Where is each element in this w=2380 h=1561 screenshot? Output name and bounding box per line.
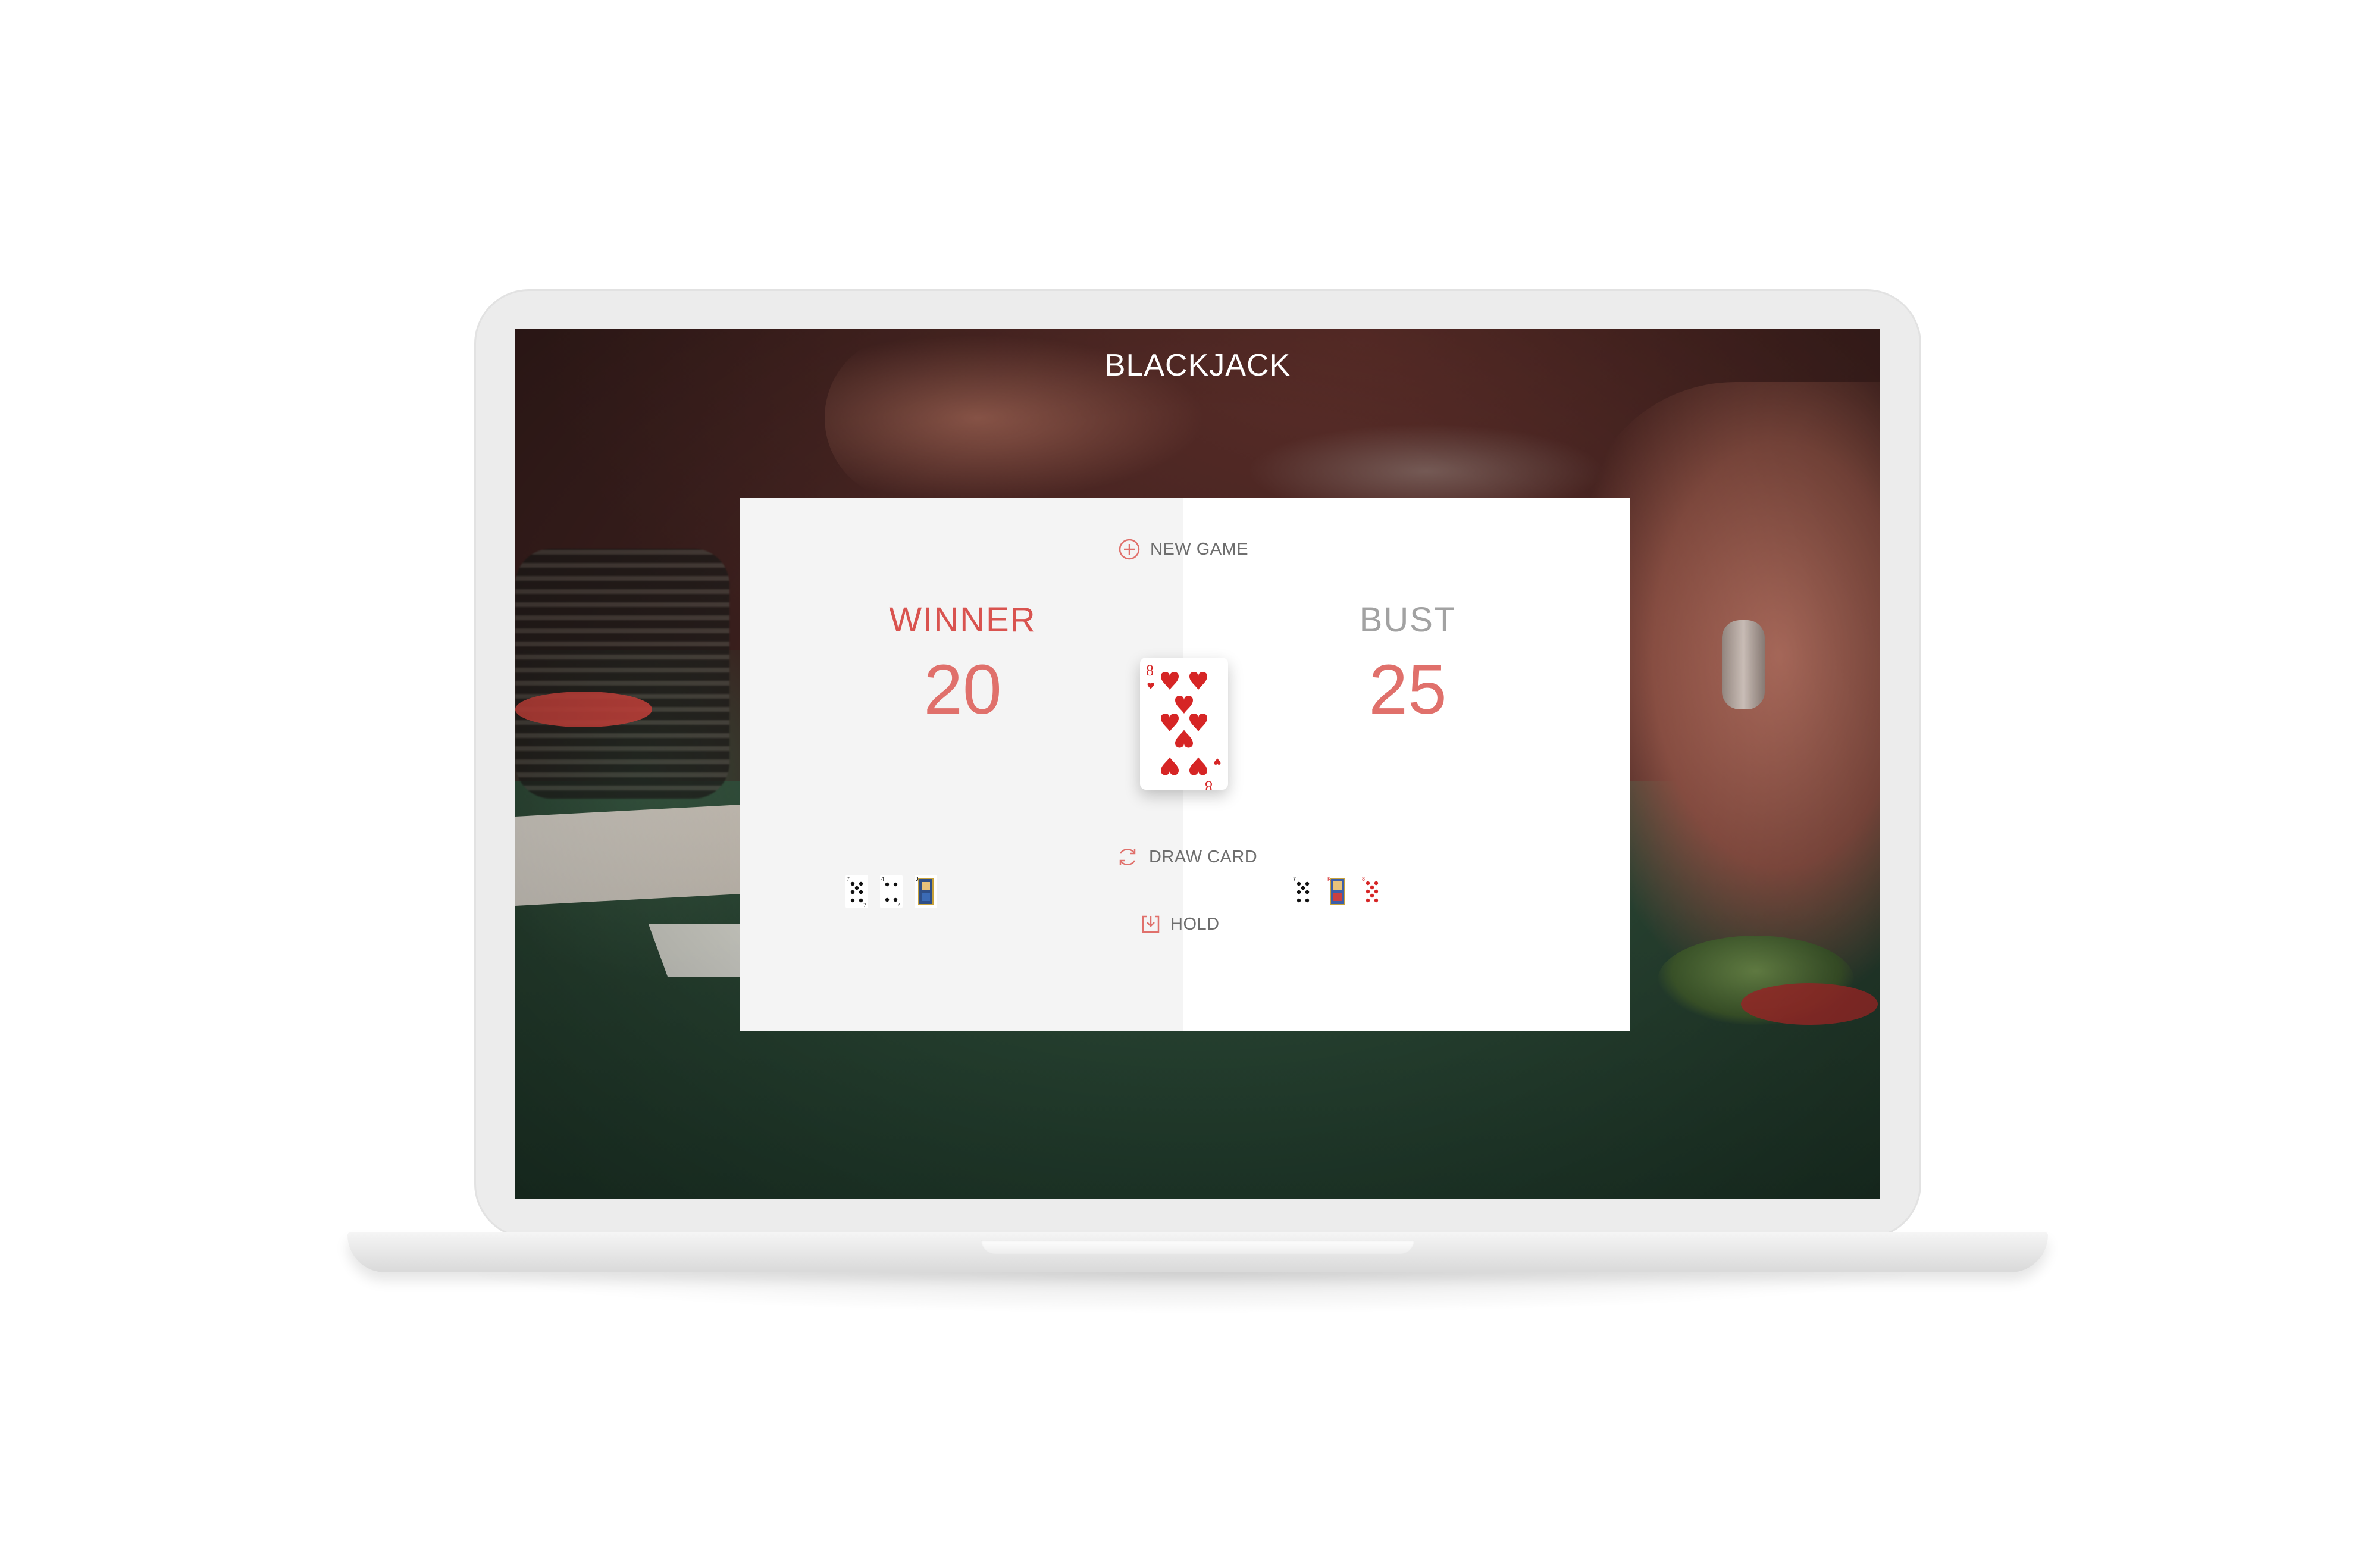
svg-text:7: 7 bbox=[1293, 876, 1296, 882]
hand-card: K bbox=[1326, 875, 1349, 908]
svg-text:8: 8 bbox=[1362, 876, 1365, 882]
seven-of-spades-icon: 7 bbox=[1293, 876, 1310, 903]
player-1-status: WINNER bbox=[889, 600, 1036, 639]
drawn-card: 8 8 bbox=[1140, 658, 1228, 795]
hand-card: 7 7 bbox=[845, 875, 868, 908]
laptop-base bbox=[347, 1232, 2048, 1272]
svg-text:8: 8 bbox=[1205, 778, 1213, 790]
new-game-label: NEW GAME bbox=[1150, 539, 1249, 559]
player-2-score: 25 bbox=[1368, 650, 1447, 729]
svg-text:8: 8 bbox=[1146, 662, 1154, 679]
game-panel: NEW GAME WINNER 20 BUST 25 8 8 DRAW CARD… bbox=[740, 498, 1630, 1031]
player-1-hand: 7 7 4 4 J bbox=[845, 875, 937, 908]
refresh-icon bbox=[1119, 848, 1136, 866]
four-of-spades-icon: 4 4 bbox=[881, 876, 901, 908]
player-2-status: BUST bbox=[1359, 600, 1457, 639]
jack-of-spades-icon: J bbox=[916, 876, 934, 905]
svg-text:J: J bbox=[916, 876, 919, 882]
new-game-button[interactable]: NEW GAME bbox=[1118, 538, 1248, 561]
svg-text:7: 7 bbox=[847, 876, 850, 882]
laptop-mockup: BLACKJACK NEW GAME WINNER 20 BUST 25 8 8… bbox=[0, 0, 2380, 1561]
eight-of-hearts-small-icon: 8 bbox=[1362, 876, 1379, 903]
laptop-notch bbox=[981, 1240, 1414, 1254]
hand-card: 8 bbox=[1361, 875, 1383, 908]
plus-circle-icon bbox=[1119, 539, 1140, 560]
laptop-shadow bbox=[454, 1272, 1930, 1314]
app-title: BLACKJACK bbox=[1104, 348, 1291, 383]
svg-text:4: 4 bbox=[881, 876, 884, 882]
player-1-score: 20 bbox=[923, 650, 1002, 729]
draw-card-label: DRAW CARD bbox=[1149, 847, 1258, 866]
draw-card-button[interactable]: DRAW CARD bbox=[1116, 845, 1257, 869]
laptop-screen: BLACKJACK NEW GAME WINNER 20 BUST 25 8 8… bbox=[515, 329, 1880, 1199]
svg-text:7: 7 bbox=[863, 902, 866, 908]
svg-text:4: 4 bbox=[898, 902, 901, 908]
seven-of-spades-icon: 7 7 bbox=[847, 876, 866, 908]
hold-button[interactable]: HOLD bbox=[1141, 914, 1220, 934]
svg-text:K: K bbox=[1327, 876, 1331, 882]
hand-card: 4 4 bbox=[880, 875, 903, 908]
player-2-hand: 7 K 8 bbox=[1292, 875, 1383, 908]
download-tray-icon bbox=[1142, 915, 1160, 933]
hand-card: J bbox=[915, 875, 937, 908]
eight-of-hearts-icon: 8 8 bbox=[1146, 662, 1221, 795]
player-1-panel bbox=[740, 498, 1183, 1031]
hold-label: HOLD bbox=[1170, 914, 1220, 934]
king-of-hearts-icon: K bbox=[1327, 876, 1345, 905]
hand-card: 7 bbox=[1292, 875, 1314, 908]
